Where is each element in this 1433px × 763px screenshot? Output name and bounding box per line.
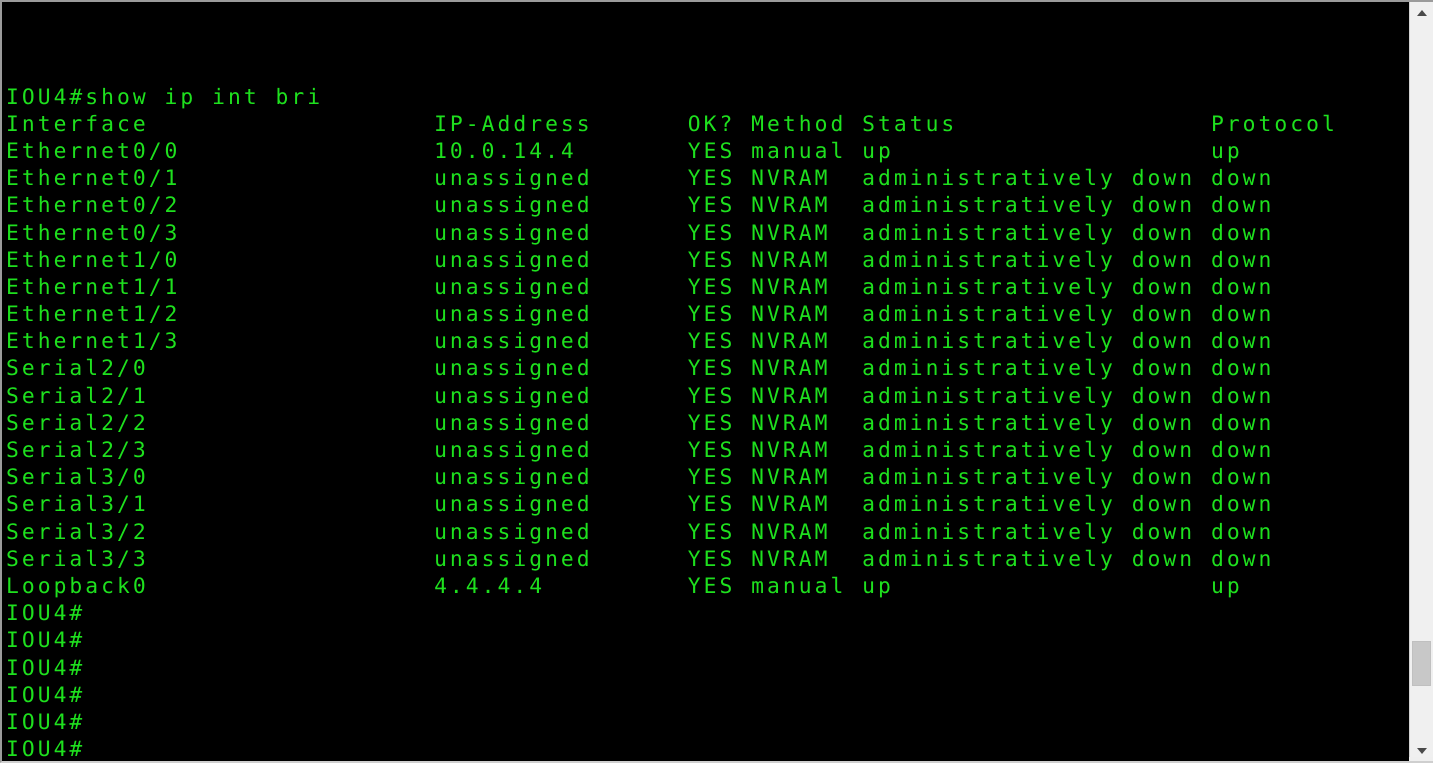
terminal-prompt-line: IOU4# [6,737,86,761]
terminal-table-row: Ethernet1/1 unassigned YES NVRAM adminis… [6,274,1275,300]
terminal-table-row: Ethernet0/3 unassigned YES NVRAM adminis… [6,220,1275,246]
terminal-table-row: Serial3/0 unassigned YES NVRAM administr… [6,465,1275,491]
vertical-scrollbar[interactable] [1409,2,1433,761]
terminal-table-header: Interface IP-Address OK? Method Status P… [6,111,1338,137]
terminal-screen: IOU4#show ip int bri Interface IP-Address… [2,2,1411,761]
terminal-table-row: Ethernet1/0 unassigned YES NVRAM adminis… [6,247,1275,273]
scrollbar-track[interactable] [1410,23,1433,740]
terminal-command-line: IOU4#show ip int bri [6,84,324,110]
scrollbar-thumb[interactable] [1412,641,1431,686]
terminal-table-row: Serial3/1 unassigned YES NVRAM administr… [6,492,1275,518]
terminal-table-row: Ethernet0/2 unassigned YES NVRAM adminis… [6,193,1275,219]
terminal-table-row: Serial2/3 unassigned YES NVRAM administr… [6,438,1275,464]
terminal-prompt-line: IOU4# [6,601,86,627]
scroll-up-button[interactable] [1410,2,1433,23]
terminal-prompt-line: IOU4# [6,682,86,708]
terminal-output-area[interactable]: IOU4#show ip int bri Interface IP-Address… [2,2,1411,761]
terminal-table-row: Serial2/2 unassigned YES NVRAM administr… [6,410,1275,436]
terminal-table-row: Ethernet0/0 10.0.14.4 YES manual up up [6,138,1243,164]
scrollbar-corner [1409,757,1433,761]
chevron-up-icon [1416,9,1427,16]
terminal-table-row: Loopback0 4.4.4.4 YES manual up up [6,573,1243,599]
terminal-table-row: Ethernet0/1 unassigned YES NVRAM adminis… [6,166,1275,192]
terminal-prompt-line: IOU4# [6,628,86,654]
terminal-table-row: Serial2/0 unassigned YES NVRAM administr… [6,356,1275,382]
terminal-table-row: Serial3/2 unassigned YES NVRAM administr… [6,519,1275,545]
terminal-prompt-line: IOU4# [6,709,86,735]
terminal-window: IOU4#show ip int bri Interface IP-Address… [0,0,1433,763]
terminal-table-row: Serial3/3 unassigned YES NVRAM administr… [6,546,1275,572]
terminal-table-row: Ethernet1/3 unassigned YES NVRAM adminis… [6,329,1275,355]
terminal-table-row: Ethernet1/2 unassigned YES NVRAM adminis… [6,302,1275,328]
terminal-prompt-line: IOU4# [6,655,86,681]
terminal-table-row: Serial2/1 unassigned YES NVRAM administr… [6,383,1275,409]
chevron-down-icon [1416,747,1427,754]
